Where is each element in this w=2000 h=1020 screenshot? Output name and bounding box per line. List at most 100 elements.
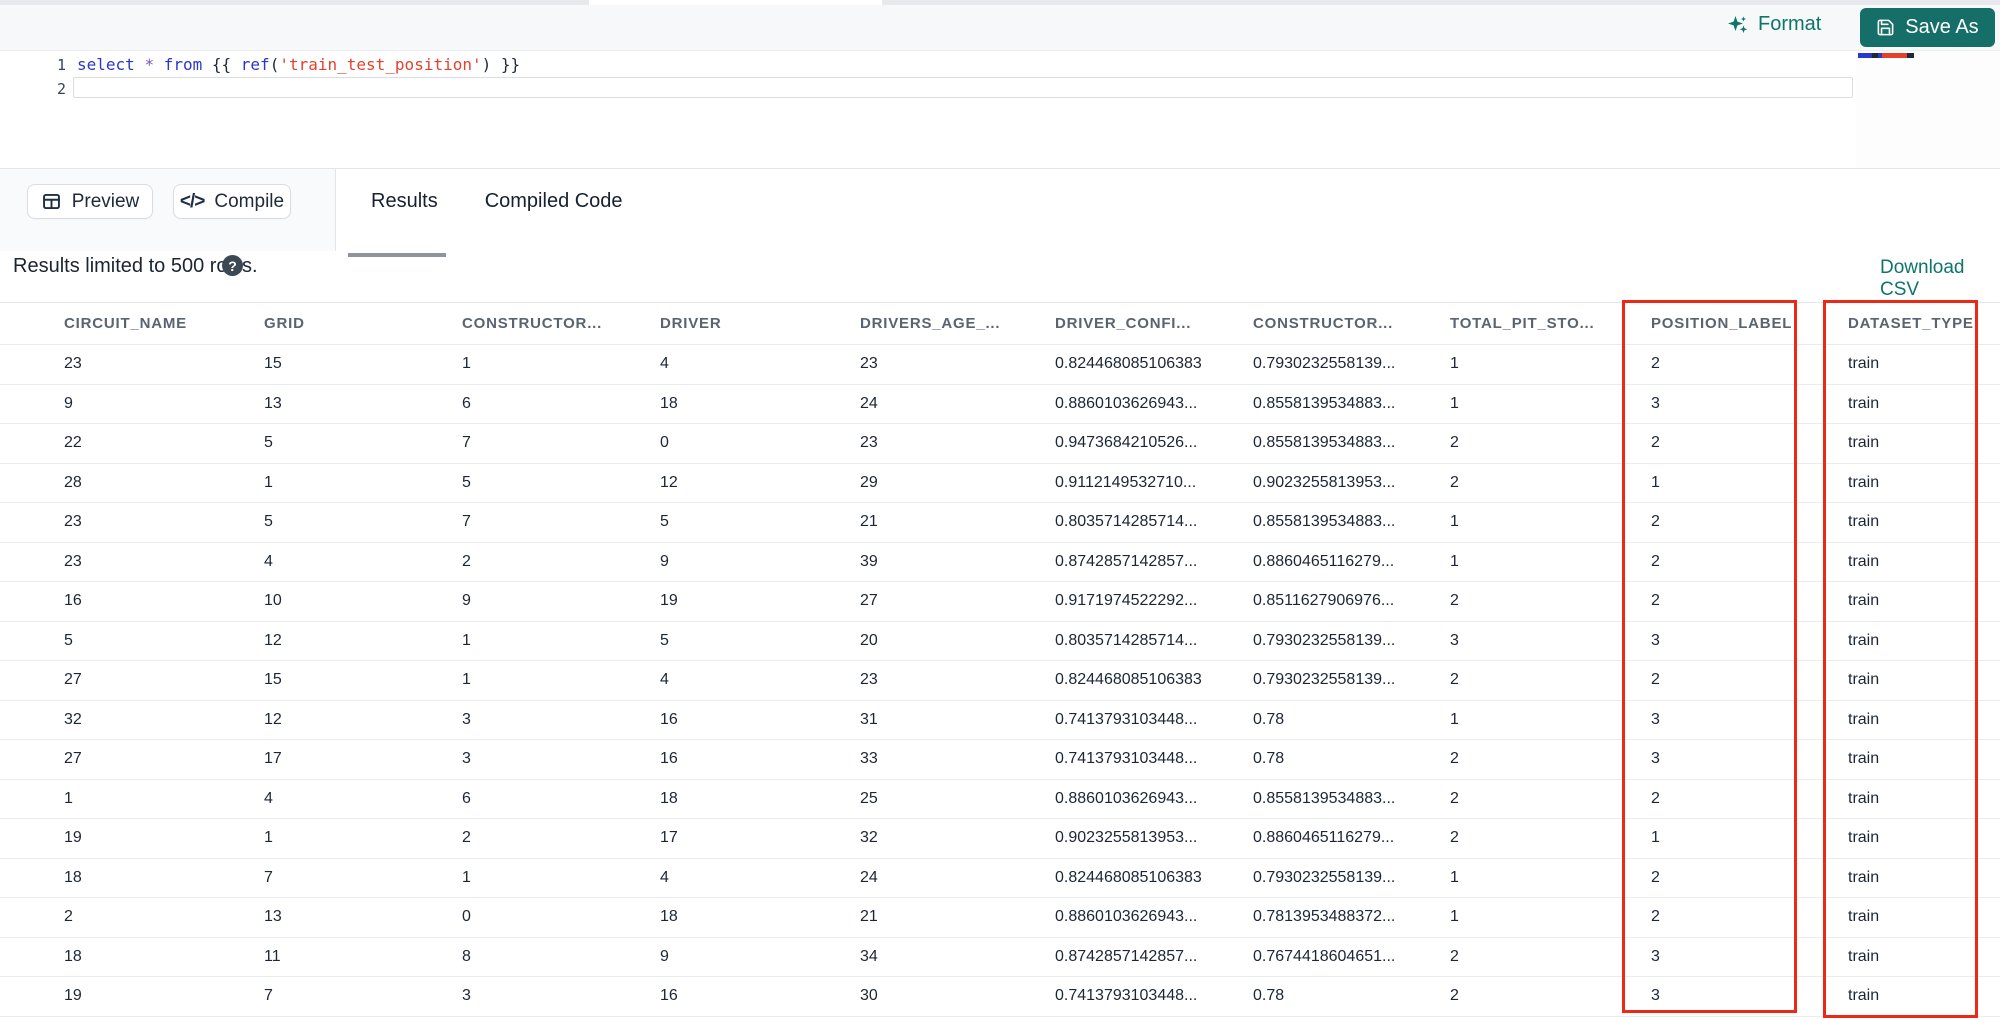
table-cell: train <box>1848 829 1880 847</box>
table-cell: 1 <box>1651 473 1660 491</box>
table-cell: 18 <box>660 908 678 926</box>
table-cell: 3 <box>1651 394 1660 412</box>
editor-active-line[interactable] <box>73 77 1853 98</box>
table-cell: 9 <box>660 552 669 570</box>
download-csv-link[interactable]: Download CSV <box>1880 257 2000 301</box>
table-cell: train <box>1848 750 1880 768</box>
table-cell: 0.7413793103448... <box>1055 710 1198 728</box>
table-cell: train <box>1848 473 1880 491</box>
table-cell: 0.8511627906976... <box>1253 592 1395 610</box>
table-cell: 2 <box>1450 671 1459 689</box>
table-cell: train <box>1848 908 1880 926</box>
table-cell: 9 <box>64 394 73 412</box>
table-cell: 3 <box>462 710 471 728</box>
sql-editor[interactable]: 1 2 select * from {{ ref('train_test_pos… <box>0 51 2000 168</box>
format-button[interactable]: Format <box>1727 13 1821 36</box>
compile-label: Compile <box>214 190 285 212</box>
table-row: 23 15 1 4 23 0.824468085106383 0.7930232558139… <box>0 345 2000 385</box>
table-cell: 1 <box>1450 908 1459 926</box>
code-token-bracket: {{ <box>202 55 241 74</box>
save-as-label: Save As <box>1905 16 1979 38</box>
table-cell: 30 <box>860 987 878 1005</box>
table-cell: 0.7413793103448... <box>1055 750 1198 768</box>
table-cell: 4 <box>660 355 669 373</box>
table-row: 19 1 2 17 32 0.9023255813953... 0.886046511627… <box>0 819 2000 859</box>
table-cell: 5 <box>660 631 669 649</box>
table-cell: 18 <box>660 789 678 807</box>
table-cell: 2 <box>1651 355 1660 373</box>
table-cell: 4 <box>660 868 669 886</box>
table-cell: 20 <box>860 631 878 649</box>
table-row: 18 7 1 4 24 0.824468085106383 0.7930232558139.… <box>0 858 2000 898</box>
code-token-function: ref <box>240 55 270 74</box>
result-tabs: Results Compiled Code <box>348 190 623 257</box>
table-cell: train <box>1848 671 1880 689</box>
table-cell: 0.9023255813953... <box>1055 829 1198 847</box>
table-cell: 0.9112149532710... <box>1055 473 1197 491</box>
table-cell: 28 <box>64 473 82 491</box>
line-number-2: 2 <box>56 80 66 98</box>
tab-results[interactable]: Results <box>371 190 438 213</box>
table-cell: 2 <box>1651 552 1660 570</box>
header-cell: GRID <box>264 315 305 332</box>
help-icon[interactable]: ? <box>222 255 243 276</box>
table-cell: 17 <box>660 829 678 847</box>
table-cell: 11 <box>264 947 281 965</box>
dbt-ide-window: Format Save As 1 2 select * from {{ ref(… <box>0 0 2000 1020</box>
table-cell: 23 <box>64 355 82 373</box>
table-header-row: CIRCUIT_NAME GRID CONSTRUCTOR... DRIVER DRIV… <box>0 302 2000 345</box>
code-token-bracket <box>135 55 145 74</box>
sparkles-icon <box>1727 14 1749 36</box>
table-cell: 9 <box>462 592 471 610</box>
results-table: CIRCUIT_NAME GRID CONSTRUCTOR... DRIVER DRIV… <box>0 302 2000 1017</box>
table-cell: 2 <box>1450 829 1459 847</box>
table-cell: 7 <box>462 513 471 531</box>
save-as-button[interactable]: Save As <box>1860 8 1995 47</box>
table-cell: 5 <box>264 513 273 531</box>
table-cell: 3 <box>1450 631 1459 649</box>
table-cell: 1 <box>264 473 273 491</box>
preview-button[interactable]: Preview <box>27 184 153 219</box>
table-cell: 5 <box>64 631 73 649</box>
editor-minimap[interactable] <box>1856 51 2000 168</box>
table-cell: 1 <box>1450 394 1459 412</box>
code-line-1[interactable]: select * from {{ ref('train_test_positio… <box>77 55 520 74</box>
table-cell: 39 <box>860 552 878 570</box>
vertical-divider <box>335 169 336 251</box>
table-row: 1 4 6 18 25 0.8860103626943... 0.8558139534883… <box>0 779 2000 819</box>
table-cell: 23 <box>64 513 82 531</box>
table-cell: 7 <box>264 987 273 1005</box>
compile-button[interactable]: </> Compile <box>173 184 291 219</box>
table-cell: train <box>1848 552 1880 570</box>
table-cell: 0.8742857142857... <box>1055 552 1198 570</box>
table-cell: 7 <box>264 868 273 886</box>
table-cell: 0.8035714285714... <box>1055 631 1198 649</box>
table-cell: 2 <box>1651 868 1660 886</box>
table-cell: 8 <box>462 947 471 965</box>
table-cell: 0.8558139534883... <box>1253 394 1396 412</box>
table-cell: 0.78 <box>1253 710 1285 728</box>
table-cell: 1 <box>462 355 471 373</box>
table-cell: 1 <box>1450 355 1459 373</box>
table-cell: 2 <box>1651 789 1660 807</box>
table-cell: 16 <box>64 592 82 610</box>
table-cell: 0.9171974522292... <box>1055 592 1198 610</box>
table-row: 23 4 2 9 39 0.8742857142857... 0.8860465116279… <box>0 542 2000 582</box>
table-cell: 2 <box>1651 434 1660 452</box>
header-cell: CIRCUIT_NAME <box>64 315 187 332</box>
table-cell: 2 <box>1651 513 1660 531</box>
table-cell: 19 <box>64 829 82 847</box>
table-cell: 9 <box>660 947 669 965</box>
table-cell: 0.7930232558139... <box>1253 671 1396 689</box>
table-cell: 0.8558139534883... <box>1253 434 1396 452</box>
table-cell: 0.7930232558139... <box>1253 355 1396 373</box>
table-cell: 0.8860465116279... <box>1253 829 1395 847</box>
table-cell: 1 <box>462 671 471 689</box>
table-row: 19 7 3 16 30 0.7413793103448... 0.78 2 3 train <box>0 977 2000 1017</box>
table-cell: 27 <box>64 750 82 768</box>
table-row: 22 5 7 0 23 0.9473684210526... 0.8558139534883… <box>0 424 2000 464</box>
header-cell: POSITION_LABEL <box>1651 315 1793 332</box>
table-cell: 0.9023255813953... <box>1253 473 1396 491</box>
table-cell: 1 <box>1450 868 1459 886</box>
tab-compiled-code[interactable]: Compiled Code <box>485 190 623 213</box>
